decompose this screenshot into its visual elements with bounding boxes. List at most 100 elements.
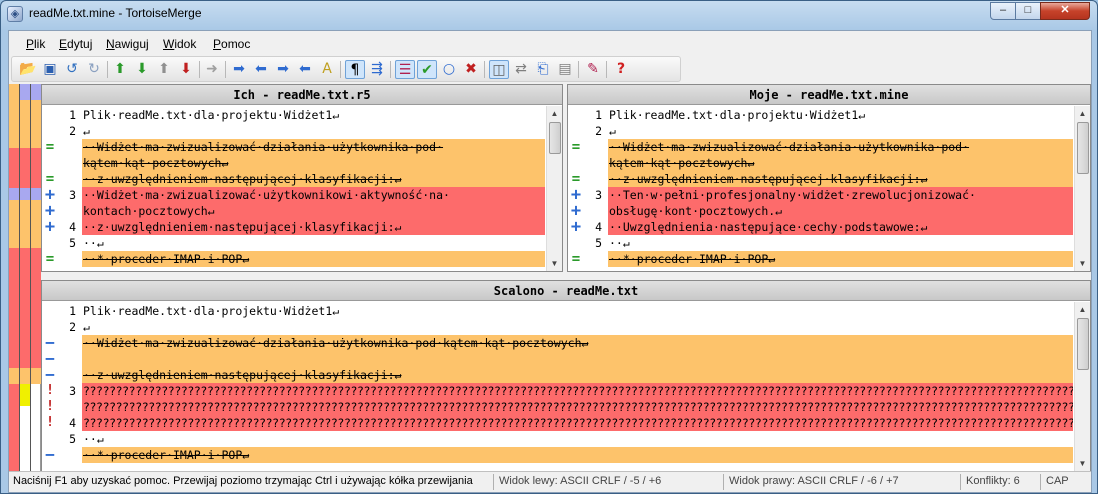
menu-edytuj[interactable]: Edytuj [59, 37, 92, 51]
scroll-up-icon[interactable]: ▲ [547, 106, 562, 121]
patch-icon[interactable]: ⎗ [533, 60, 553, 79]
two-pane-view-icon[interactable]: ◫ [489, 60, 509, 79]
diff-line[interactable]: +4 ··Uwzględnienia·następujące·cechy·pods… [568, 219, 1073, 236]
diff-line[interactable]: 5 ··↵ [568, 235, 1073, 251]
maximize-button[interactable]: □ [1015, 2, 1041, 20]
line-number: 1 [595, 108, 602, 122]
diff-line[interactable]: 1 Plik·readMe.txt·dla·projektu·Widżet1↵ [568, 107, 1073, 123]
diff-line[interactable]: 2 ↵ [42, 319, 1073, 335]
first-difference-icon[interactable]: ⬆ [154, 60, 174, 79]
diff-line[interactable]: = ··*·proceder·IMAP·i·POP↵ [568, 251, 1073, 267]
open-icon[interactable]: 📂 [18, 60, 38, 79]
next-mark-icon[interactable]: ➡ [273, 60, 293, 79]
diff-line[interactable]: 2 ↵ [568, 123, 1073, 139]
mine-pane[interactable]: Moje - readMe.txt.mine 1 Plik·readMe.txt·… [567, 84, 1091, 272]
mark-resolved-icon[interactable]: ✔ [417, 60, 437, 79]
line-text: ··↵ [83, 236, 104, 250]
line-number: 1 [69, 304, 76, 318]
next-inline-difference-icon[interactable]: ➜ [202, 60, 222, 79]
merged-scrollbar[interactable]: ▲ ▼ [1074, 302, 1090, 471]
merged-pane[interactable]: Scalono - readMe.txt 1 Plik·readMe.txt·dl… [41, 280, 1091, 472]
diff-line[interactable]: = ··z·uwzględnieniem·następującej·klasyfi… [42, 171, 545, 187]
menu-plik[interactable]: Plik [26, 37, 45, 51]
diff-line[interactable]: kątem·kąt·pocztowych↵ [42, 155, 545, 171]
save-icon[interactable]: ▣ [40, 60, 60, 79]
diff-line[interactable]: 1 Plik·readMe.txt·dla·projektu·Widżet1↵ [42, 303, 1073, 319]
scroll-down-icon[interactable]: ▼ [547, 256, 562, 271]
previous-mark-icon[interactable]: ⬅ [295, 60, 315, 79]
diff-line[interactable]: 1 Plik·readMe.txt·dla·projektu·Widżet1↵ [42, 107, 545, 123]
diff-line[interactable]: + obsługę·kont·pocztowych.↵ [568, 203, 1073, 220]
diff-line[interactable]: ! 4??????????????????????????????????????… [42, 415, 1073, 431]
line-gutter: 5 [42, 235, 80, 251]
diff-line[interactable]: 2 ↵ [42, 123, 545, 139]
redo-icon[interactable]: ↻ [84, 60, 104, 79]
one-pane-view-icon[interactable]: ☰ [395, 60, 415, 79]
line-text: Plik·readMe.txt·dla·projektu·Widżet1↵ [83, 304, 340, 318]
line-number: 5 [595, 236, 602, 250]
menu-nawiguj[interactable]: Nawiguj [106, 37, 149, 51]
circle-icon[interactable]: ○ [439, 60, 459, 79]
location-bar[interactable] [9, 84, 41, 472]
diff-line[interactable]: − ··*·proceder·IMAP·i·POP↵ [42, 447, 1073, 463]
main-window: ◈ readMe.txt.mine - TortoiseMerge ‒ □ ✕ … [0, 0, 1098, 494]
diff-line[interactable]: − ··Widżet·ma·zwizualizować·działania·uży… [42, 335, 1073, 351]
settings-icon[interactable]: ✎ [583, 60, 603, 79]
diff-line[interactable]: !???????????????????????????????????????… [42, 399, 1073, 415]
last-difference-icon[interactable]: ⬇ [176, 60, 196, 79]
line-number: 4 [595, 220, 602, 234]
line-text: ????????????????????????????????????????… [82, 399, 1073, 415]
line-text: ··z·uwzględnieniem·następującej·klasyfik… [82, 219, 545, 235]
line-text: Plik·readMe.txt·dla·projektu·Widżet1↵ [609, 108, 866, 122]
next-conflict-icon[interactable]: ➡ [229, 60, 249, 79]
line-text: ··z·uwzględnieniem·następującej·klasyfik… [608, 171, 1073, 187]
diff-line[interactable]: 5 ··↵ [42, 431, 1073, 447]
inline-diff-icon[interactable]: A [317, 60, 337, 79]
diff-line[interactable]: = ··Widżet·ma·zwizualizować·działania·uży… [42, 139, 545, 155]
switch-panes-icon[interactable]: ⇄ [511, 60, 531, 79]
title-bar[interactable]: ◈ readMe.txt.mine - TortoiseMerge ‒ □ ✕ [1, 1, 1097, 27]
next-difference-icon[interactable]: ⬆ [110, 60, 130, 79]
theirs-scrollbar[interactable]: ▲ ▼ [546, 106, 562, 271]
diff-line[interactable]: − [42, 351, 1073, 367]
diff-line[interactable]: +3 ··Ten·w·pełni·profesjonalny·widżet·zre… [568, 187, 1073, 204]
scroll-up-icon[interactable]: ▲ [1075, 106, 1090, 121]
scroll-down-icon[interactable]: ▼ [1075, 456, 1090, 471]
scroll-up-icon[interactable]: ▲ [1075, 302, 1090, 317]
diff-line[interactable]: − ··z·uwzględnieniem·następującej·klasyfi… [42, 367, 1073, 383]
previous-difference-icon[interactable]: ⬇ [132, 60, 152, 79]
line-gutter: +4 [568, 219, 606, 236]
line-text: kątem·kąt·pocztowych↵ [608, 155, 1073, 171]
diff-line[interactable]: = ··Widżet·ma·zwizualizować·działania·uży… [568, 139, 1073, 155]
previous-conflict-icon[interactable]: ⬅ [251, 60, 271, 79]
close-button[interactable]: ✕ [1040, 2, 1090, 20]
diff-line[interactable]: 5 ··↵ [42, 235, 545, 251]
diff-line[interactable]: = ··*·proceder·IMAP·i·POP↵ [42, 251, 545, 267]
line-number: 3 [69, 384, 76, 398]
scroll-thumb[interactable] [1077, 318, 1089, 370]
menu-pomoc[interactable]: Pomoc [213, 37, 250, 51]
diff-line[interactable]: + kontach·pocztowych↵ [42, 203, 545, 220]
line-text: ··z·uwzględnieniem·następującej·klasyfik… [82, 367, 1073, 383]
diff-line[interactable]: +4 ··z·uwzględnieniem·następującej·klasyf… [42, 219, 545, 236]
app-icon[interactable]: ◈ [7, 6, 23, 22]
menu-widok[interactable]: Widok [163, 37, 196, 51]
scroll-thumb[interactable] [1077, 122, 1089, 174]
undo-icon[interactable]: ↺ [62, 60, 82, 79]
theirs-pane[interactable]: Ich - readMe.txt.r5 1 Plik·readMe.txt·dla… [41, 84, 563, 272]
cross-icon[interactable]: ✖ [461, 60, 481, 79]
mine-scrollbar[interactable]: ▲ ▼ [1074, 106, 1090, 271]
whitespace-icon[interactable]: ¶ [345, 60, 365, 79]
scroll-down-icon[interactable]: ▼ [1075, 256, 1090, 271]
diff-line[interactable]: ! 3??????????????????????????????????????… [42, 383, 1073, 399]
minimize-button[interactable]: ‒ [990, 2, 1016, 20]
display-options-icon[interactable]: ▤ [555, 60, 575, 79]
scroll-thumb[interactable] [549, 122, 561, 154]
diff-line[interactable]: kątem·kąt·pocztowych↵ [568, 155, 1073, 171]
line-text: ··Ten·w·pełni·profesjonalny·widżet·zrewo… [608, 187, 1073, 203]
diff-line[interactable]: = ··z·uwzględnieniem·następującej·klasyfi… [568, 171, 1073, 187]
line-wrap-icon[interactable]: ⇶ [367, 60, 387, 79]
help-icon[interactable]: ? [611, 60, 631, 79]
line-gutter: 1 [42, 107, 80, 123]
diff-line[interactable]: +3 ··Widżet·ma·zwizualizować·użytkownikow… [42, 187, 545, 204]
